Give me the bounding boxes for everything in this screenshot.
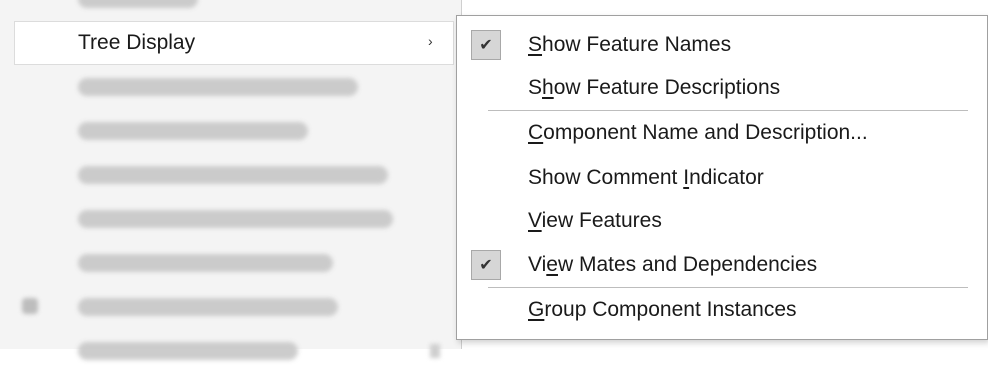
menu-item-label: Show Feature Descriptions: [528, 76, 781, 99]
menu-item-label: Component Name and Description...: [528, 121, 868, 144]
menu-item-show-comment-indicator[interactable]: Show Comment Indicator: [457, 157, 987, 201]
menu-item-show-feature-names[interactable]: ✔ Show Feature Names: [457, 24, 987, 68]
blurred-menu-item[interactable]: [0, 66, 462, 110]
blurred-menu-item[interactable]: [0, 330, 462, 374]
menu-item-label: View Mates and Dependencies: [528, 253, 818, 276]
checkmark-icon: ✔: [471, 250, 501, 280]
menu-item-label: View Features: [528, 209, 662, 232]
tree-display-menu-item[interactable]: Tree Display ›: [14, 21, 454, 65]
parent-context-menu: Tree Display ›: [0, 0, 462, 360]
blurred-menu-icon: [22, 298, 38, 314]
menu-item-show-feature-descriptions[interactable]: Show Feature Descriptions: [457, 67, 987, 111]
menu-separator: [488, 287, 968, 288]
menu-separator: [488, 110, 968, 111]
blurred-menu-item[interactable]: [0, 0, 462, 22]
submenu-arrow-icon: ›: [428, 33, 433, 49]
blurred-menu-item[interactable]: [0, 286, 462, 330]
menu-item-label: Show Comment Indicator: [528, 166, 764, 189]
blurred-menu-item[interactable]: [0, 154, 462, 198]
menu-item-view-features[interactable]: View Features: [457, 200, 987, 244]
menu-item-label: Show Feature Names: [528, 33, 732, 56]
blurred-menu-item[interactable]: [0, 110, 462, 154]
blurred-menu-item[interactable]: [0, 198, 462, 242]
checkmark-icon: ✔: [471, 30, 501, 60]
tree-display-submenu: ✔ Show Feature Names Show Feature Descri…: [456, 15, 988, 340]
menu-item-view-mates-and-dependencies[interactable]: ✔ View Mates and Dependencies: [457, 244, 987, 288]
tree-display-label: Tree Display: [78, 31, 196, 54]
blurred-menu-item[interactable]: [0, 242, 462, 286]
blurred-submenu-arrow-icon: [430, 344, 440, 358]
menu-item-label: Group Component Instances: [528, 298, 797, 321]
menu-item-component-name-and-description[interactable]: Component Name and Description...: [457, 112, 987, 156]
menu-item-group-component-instances[interactable]: Group Component Instances: [457, 289, 987, 333]
